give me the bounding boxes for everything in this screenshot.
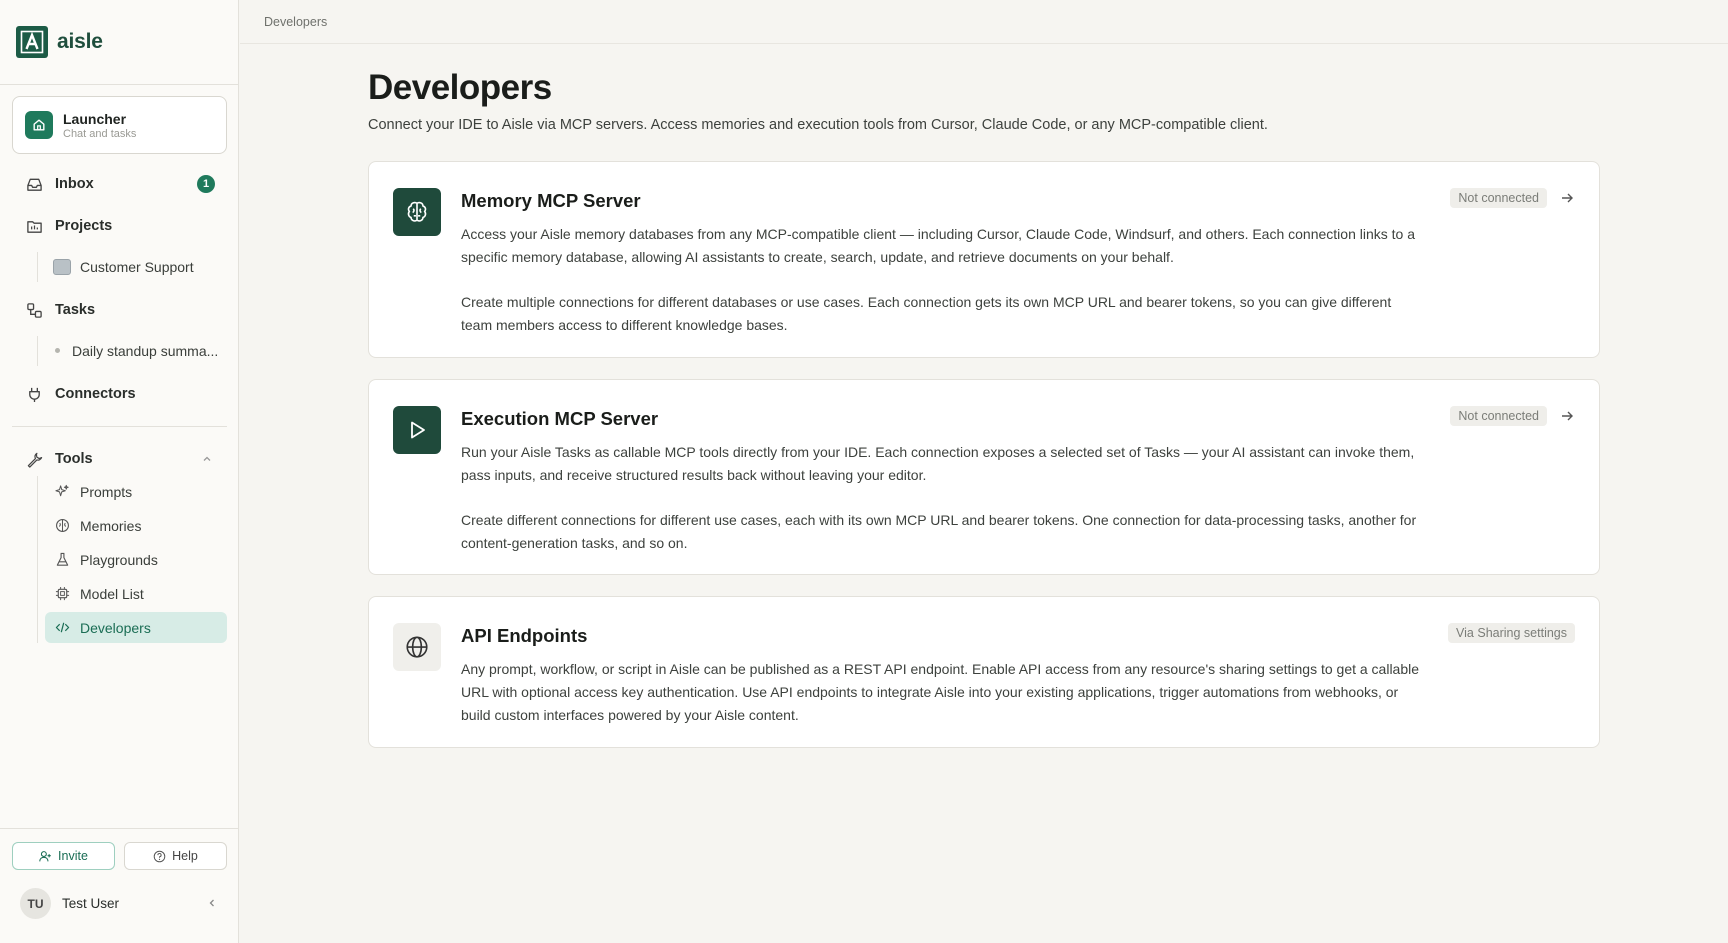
- help-label: Help: [172, 849, 198, 863]
- task-item-daily-standup[interactable]: Daily standup summa...: [45, 335, 227, 366]
- inbox-icon: [25, 175, 43, 193]
- sidebar-item-label: Projects: [55, 218, 113, 234]
- play-icon: [393, 406, 441, 454]
- card-paragraph: Create multiple connections for differen…: [461, 294, 1392, 333]
- brain-icon: [393, 188, 441, 236]
- tool-item-model-list[interactable]: Model List: [45, 578, 227, 609]
- flask-icon: [53, 551, 71, 569]
- tool-item-developers[interactable]: Developers: [45, 612, 227, 643]
- card-description: Any prompt, workflow, or script in Aisle…: [461, 658, 1421, 727]
- inbox-count-badge: 1: [197, 175, 215, 193]
- sidebar-item-label: Tools: [55, 451, 93, 467]
- avatar: TU: [20, 888, 51, 919]
- sidebar-item-projects[interactable]: Projects: [12, 210, 227, 242]
- project-item-customer-support[interactable]: Customer Support: [45, 251, 227, 282]
- card-title: Memory MCP Server: [461, 190, 641, 211]
- card-description: Access your Aisle memory databases from …: [461, 223, 1421, 337]
- chevron-up-icon[interactable]: [201, 452, 213, 470]
- chip-icon: [53, 585, 71, 603]
- invite-button[interactable]: Invite: [12, 842, 115, 870]
- execution-mcp-card[interactable]: Execution MCP Server Not connected Run y…: [368, 379, 1600, 575]
- sidebar-item-label: Tasks: [55, 302, 96, 318]
- arrow-right-icon[interactable]: [1559, 190, 1575, 211]
- wrench-icon: [25, 450, 43, 468]
- card-description: Run your Aisle Tasks as callable MCP too…: [461, 441, 1421, 555]
- divider: [0, 84, 239, 85]
- bullet-icon: [55, 348, 60, 353]
- collapse-sidebar-button[interactable]: [206, 896, 218, 914]
- plug-icon: [25, 385, 43, 403]
- sidebar-item-label: Inbox: [55, 176, 94, 192]
- aisle-logo-icon: [16, 26, 48, 58]
- arrow-right-icon[interactable]: [1559, 408, 1575, 429]
- brand[interactable]: aisle: [16, 26, 103, 58]
- tree-line: [37, 476, 38, 643]
- tool-item-memories[interactable]: Memories: [45, 510, 227, 541]
- sidebar-item-tools[interactable]: Tools: [12, 443, 227, 475]
- sparkles-icon: [53, 483, 71, 501]
- status-badge: Via Sharing settings: [1448, 623, 1575, 643]
- tool-label: Prompts: [80, 483, 133, 500]
- tool-item-playgrounds[interactable]: Playgrounds: [45, 544, 227, 575]
- page-title: Developers: [368, 68, 552, 107]
- card-paragraph: Any prompt, workflow, or script in Aisle…: [461, 661, 1420, 723]
- card-paragraph: Access your Aisle memory databases from …: [461, 226, 1415, 265]
- status-badge: Not connected: [1450, 188, 1547, 208]
- brain-icon: [53, 517, 71, 535]
- sidebar-item-inbox[interactable]: Inbox 1: [12, 168, 227, 200]
- memory-mcp-card[interactable]: Memory MCP Server Not connected Access y…: [368, 161, 1600, 358]
- user-plus-icon: [39, 850, 51, 861]
- home-icon: [25, 111, 53, 139]
- user-name: Test User: [62, 896, 120, 911]
- project-thumbnail: [53, 258, 71, 275]
- invite-label: Invite: [58, 849, 88, 863]
- help-circle-icon: [153, 850, 166, 862]
- tool-label: Model List: [80, 585, 144, 602]
- tool-item-prompts[interactable]: Prompts: [45, 476, 227, 507]
- launcher-subtitle: Chat and tasks: [63, 127, 137, 140]
- sidebar-item-label: Connectors: [55, 386, 136, 402]
- tree-line: [37, 336, 38, 366]
- brand-name: aisle: [57, 30, 103, 53]
- divider: [12, 426, 227, 427]
- folder-icon: [25, 217, 43, 235]
- sidebar: aisle Launcher Chat and tasks Inbox 1 Pr…: [0, 0, 239, 943]
- user-menu[interactable]: TU Test User: [20, 888, 119, 919]
- top-bar: Developers: [240, 0, 1728, 44]
- tasks-icon: [25, 301, 43, 319]
- help-button[interactable]: Help: [124, 842, 227, 870]
- launcher-title: Launcher: [63, 110, 127, 127]
- project-label: Customer Support: [80, 258, 194, 275]
- launcher-button[interactable]: Launcher Chat and tasks: [12, 96, 227, 154]
- code-icon: [53, 619, 71, 637]
- globe-icon: [393, 623, 441, 671]
- card-title: Execution MCP Server: [461, 408, 659, 429]
- tree-line: [37, 252, 38, 282]
- task-label: Daily standup summa...: [72, 342, 219, 359]
- breadcrumb[interactable]: Developers: [264, 15, 327, 29]
- card-paragraph: Create different connections for differe…: [461, 512, 1417, 551]
- card-title: API Endpoints: [461, 625, 588, 646]
- card-paragraph: Run your Aisle Tasks as callable MCP too…: [461, 444, 1415, 483]
- tool-label: Developers: [80, 619, 151, 636]
- status-badge: Not connected: [1450, 406, 1547, 426]
- api-endpoints-card[interactable]: API Endpoints Via Sharing settings Any p…: [368, 596, 1600, 748]
- page-subtitle: Connect your IDE to Aisle via MCP server…: [368, 117, 1268, 133]
- tool-label: Playgrounds: [80, 551, 158, 568]
- divider: [0, 828, 239, 829]
- chevron-left-icon: [209, 899, 214, 907]
- tool-label: Memories: [80, 517, 142, 534]
- sidebar-item-connectors[interactable]: Connectors: [12, 378, 227, 410]
- sidebar-item-tasks[interactable]: Tasks: [12, 294, 227, 326]
